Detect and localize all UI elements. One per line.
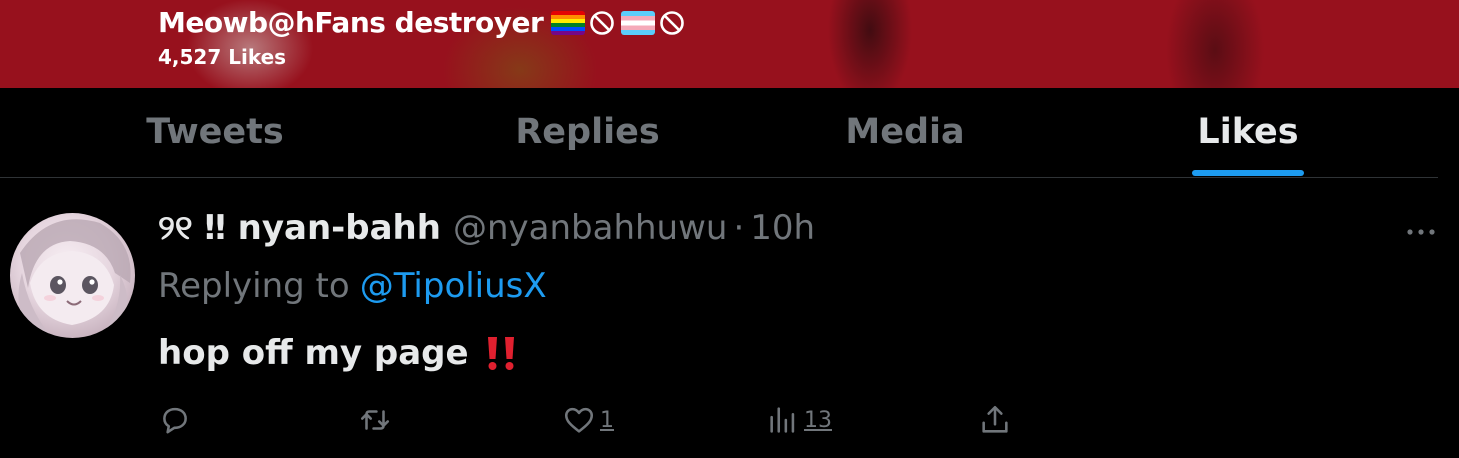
like-count: 1 [600,407,614,433]
profile-likes-count: 4,527 Likes [158,45,287,69]
trans-flag-icon [621,10,656,35]
profile-banner: Meowb@hFans destroyer 4,527 Likes [0,0,1459,88]
reply-button[interactable] [158,402,192,438]
separator-dot: · [733,208,745,248]
tab-likes[interactable]: Likes [1168,88,1328,176]
reply-icon [163,407,187,434]
tab-replies[interactable]: Replies [480,88,695,176]
tab-label: Tweets [146,112,284,152]
retweet-icon [360,410,390,430]
retweet-button[interactable] [358,402,392,438]
prohibited-icon [590,10,615,35]
active-tab-indicator [1192,170,1304,176]
author-handle[interactable]: @nyanbahhuwu [453,208,727,248]
profile-display-name: Meowb@hFans destroyer [158,6,544,39]
tweet[interactable]: ୨୧ ‼ nyan-bahh @nyanbahhuwu · 10h Replyi… [0,178,1459,458]
double-exclamation-icon [487,337,514,370]
views-icon [770,407,795,433]
tab-label: Media [845,112,965,152]
tweet-header: ୨୧ ‼ nyan-bahh @nyanbahhuwu · 10h [158,208,815,248]
more-options-icon[interactable] [1405,226,1437,238]
profile-tabs: Tweets Replies Media Likes [0,88,1459,176]
views-button[interactable]: 13 [766,402,832,438]
tab-media[interactable]: Media [810,88,1000,176]
reply-mention-link[interactable]: @TipoliusX [360,266,547,306]
rainbow-flag-icon [551,10,586,35]
author-name[interactable]: ୨୧ ‼ nyan-bahh [158,208,441,248]
replying-to-label: Replying to [158,266,350,306]
tab-tweets[interactable]: Tweets [110,88,320,176]
tab-label: Replies [515,112,660,152]
heart-icon [564,407,594,433]
tweet-body: hop off my page [158,333,469,373]
profile-name: Meowb@hFans destroyer [158,6,685,39]
like-button[interactable]: 1 [562,402,614,438]
tweet-timestamp[interactable]: 10h [750,208,815,248]
views-count: 13 [804,407,832,433]
prohibited-icon [660,10,685,35]
tab-label: Likes [1197,112,1299,152]
share-icon [982,405,1008,433]
replying-to: Replying to @TipoliusX [158,266,547,306]
share-button[interactable] [978,402,1012,438]
avatar[interactable] [10,213,135,338]
anime-avatar-image [18,219,131,335]
tweet-text: hop off my page [158,333,521,373]
